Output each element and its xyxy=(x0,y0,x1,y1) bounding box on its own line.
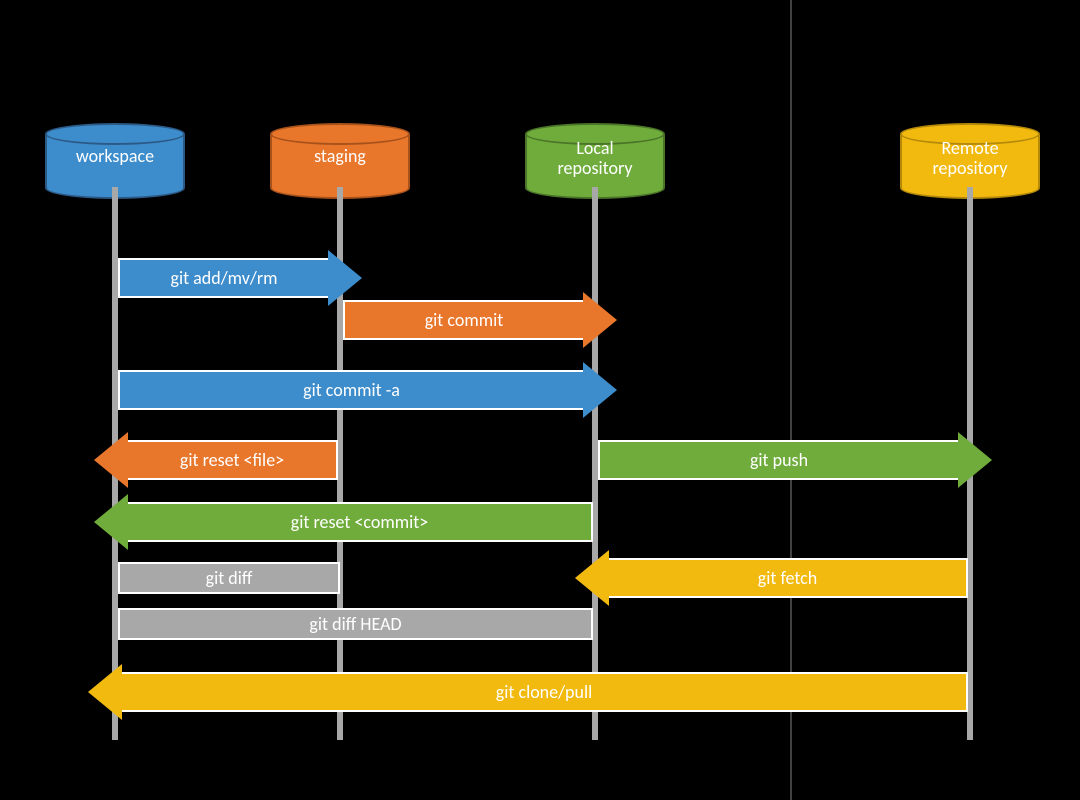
arrow-git-reset-file-label: git reset <file> xyxy=(128,440,338,480)
node-workspace-label: workspace xyxy=(45,147,185,167)
arrow-git-commit: git commit xyxy=(343,300,617,340)
arrow-git-fetch: git fetch xyxy=(575,558,968,598)
node-remote: Remoterepository xyxy=(900,125,1040,197)
node-staging-label: staging xyxy=(270,147,410,167)
node-local: Localrepository xyxy=(525,125,665,197)
arrow-git-add: git add/mv/rm xyxy=(118,258,362,298)
arrow-git-add-label: git add/mv/rm xyxy=(118,258,328,298)
node-staging: staging xyxy=(270,125,410,197)
arrow-git-clone-pull: git clone/pull xyxy=(88,672,968,712)
bar-git-diff-head-label: git diff HEAD xyxy=(309,613,401,635)
bar-git-diff: git diff xyxy=(118,562,340,594)
bar-git-diff-head: git diff HEAD xyxy=(118,608,593,640)
arrow-git-reset-commit-label: git reset <commit> xyxy=(128,502,593,542)
bar-git-diff-label: git diff xyxy=(206,567,253,589)
arrow-git-reset-commit: git reset <commit> xyxy=(94,502,593,542)
node-remote-label: Remoterepository xyxy=(900,139,1040,179)
arrow-git-clone-pull-label: git clone/pull xyxy=(122,672,968,712)
node-local-label: Localrepository xyxy=(525,139,665,179)
arrow-git-fetch-label: git fetch xyxy=(609,558,968,598)
arrow-git-commit-label: git commit xyxy=(343,300,583,340)
arrow-git-push: git push xyxy=(598,440,992,480)
arrow-git-reset-file: git reset <file> xyxy=(94,440,338,480)
arrow-git-commit-a-label: git commit -a xyxy=(118,370,583,410)
arrow-git-commit-a: git commit -a xyxy=(118,370,617,410)
arrow-git-push-label: git push xyxy=(598,440,958,480)
node-workspace: workspace xyxy=(45,125,185,197)
